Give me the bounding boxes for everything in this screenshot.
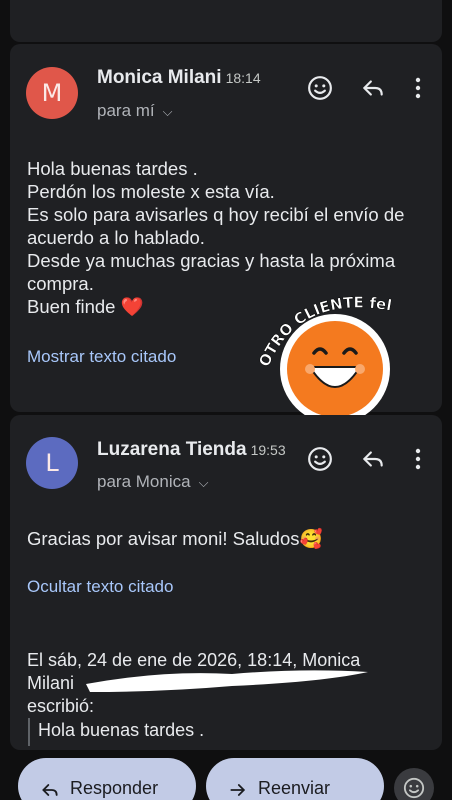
previous-message-card[interactable] bbox=[10, 0, 442, 42]
forward-icon bbox=[230, 784, 245, 796]
avatar[interactable]: M bbox=[26, 67, 78, 119]
avatar-letter: L bbox=[45, 449, 59, 477]
recipient-toggle[interactable]: para mí ⌵ bbox=[97, 101, 173, 121]
message-time: 19:53 bbox=[250, 442, 286, 458]
body-line: Gracias por avisar moni! Saludos🥰 bbox=[27, 528, 323, 549]
reply-icon[interactable] bbox=[357, 72, 389, 104]
body-line: Perdón los moleste x esta vía. bbox=[27, 181, 275, 202]
body-line: acuerdo a lo hablado. bbox=[27, 227, 205, 248]
sender-name-text: Luzarena Tienda bbox=[97, 439, 247, 460]
sender-name-text: Monica Milani bbox=[97, 67, 222, 88]
recipient-toggle[interactable]: para Monica ⌵ bbox=[97, 472, 208, 492]
forward-button[interactable]: Reenviar bbox=[206, 758, 384, 800]
reply-icon bbox=[42, 784, 58, 796]
reply-button-label: Responder bbox=[70, 778, 159, 798]
add-reaction-icon[interactable] bbox=[304, 443, 336, 475]
avatar-letter: M bbox=[41, 79, 63, 107]
sender-name[interactable]: Luzarena Tienda 19:53 bbox=[97, 439, 286, 461]
sender-name[interactable]: Monica Milani 18:14 bbox=[97, 67, 261, 89]
show-quoted-text-link[interactable]: Mostrar texto citado bbox=[27, 347, 176, 367]
body-line: Es solo para avisarles q hoy recibí el e… bbox=[27, 204, 405, 225]
chevron-down-icon: ⌵ bbox=[198, 475, 209, 490]
reply-button[interactable]: Responder bbox=[18, 758, 196, 800]
message-body: Gracias por avisar moni! Saludos🥰 bbox=[27, 527, 323, 550]
reply-icon[interactable] bbox=[357, 443, 389, 475]
avatar[interactable]: L bbox=[26, 437, 78, 489]
redaction-mark bbox=[86, 670, 368, 692]
add-reaction-button[interactable] bbox=[394, 768, 434, 800]
forward-button-label: Reenviar bbox=[258, 778, 331, 798]
quote-bar bbox=[28, 718, 30, 746]
more-options-icon[interactable] bbox=[402, 443, 434, 475]
more-options-icon[interactable] bbox=[402, 72, 434, 104]
add-reaction-icon[interactable] bbox=[304, 72, 336, 104]
hide-quoted-text-link[interactable]: Ocultar texto citado bbox=[27, 577, 173, 597]
message-time: 18:14 bbox=[225, 70, 261, 86]
quoted-message-body: Hola buenas tardes . bbox=[38, 720, 205, 740]
body-line: Desde ya muchas gracias y hasta la próxi… bbox=[27, 250, 396, 271]
body-line: Hola buenas tardes . bbox=[27, 158, 198, 179]
recipient-label: para Monica bbox=[97, 472, 191, 491]
chevron-down-icon: ⌵ bbox=[162, 104, 173, 119]
add-reaction-icon bbox=[403, 777, 425, 799]
recipient-label: para mí bbox=[97, 101, 155, 120]
happy-customer-sticker: OTRO CLIENTE feliz bbox=[253, 269, 408, 424]
